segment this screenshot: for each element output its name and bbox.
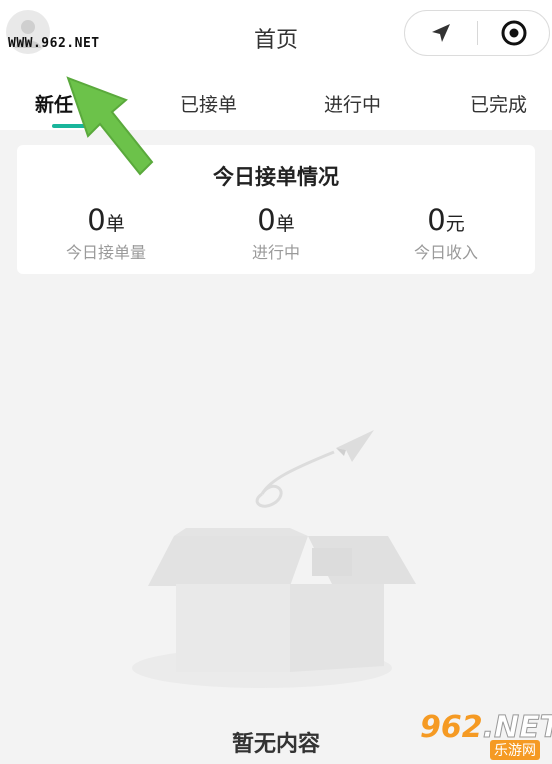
paper-plane-icon	[336, 430, 374, 462]
mini-program-capsule	[404, 10, 550, 56]
watermark-small: 乐游网	[490, 740, 540, 760]
tab-accepted[interactable]: 已接单	[180, 90, 237, 117]
stat-unit: 单	[105, 213, 125, 235]
record-icon	[501, 20, 527, 46]
tab-completed[interactable]: 已完成	[470, 90, 527, 117]
stat-value: 0	[427, 203, 446, 237]
stat-label: 今日收入	[413, 243, 478, 262]
site-logo-watermark: 962.NET 乐游网	[414, 710, 552, 760]
navigation-icon	[432, 24, 450, 42]
stat-value: 0	[257, 203, 276, 237]
watermark-number: 962	[420, 710, 483, 745]
top-header: WWW.962.NET 首页	[0, 0, 552, 74]
stat-label: 进行中	[251, 243, 300, 262]
stat-in-progress[interactable]: 0单 进行中	[191, 203, 361, 263]
stat-value: 0	[87, 203, 106, 237]
location-button[interactable]	[405, 11, 477, 55]
close-button[interactable]	[478, 11, 550, 55]
stat-unit: 元	[445, 213, 465, 235]
stat-label: 今日接单量	[65, 243, 146, 262]
annotation-arrow-icon	[66, 76, 154, 176]
stat-today-orders[interactable]: 0单 今日接单量	[21, 203, 191, 263]
empty-box-icon	[132, 430, 416, 688]
stat-unit: 单	[275, 213, 295, 235]
stat-today-income[interactable]: 0元 今日收入	[361, 203, 531, 263]
tab-in-progress[interactable]: 进行中	[324, 90, 381, 117]
